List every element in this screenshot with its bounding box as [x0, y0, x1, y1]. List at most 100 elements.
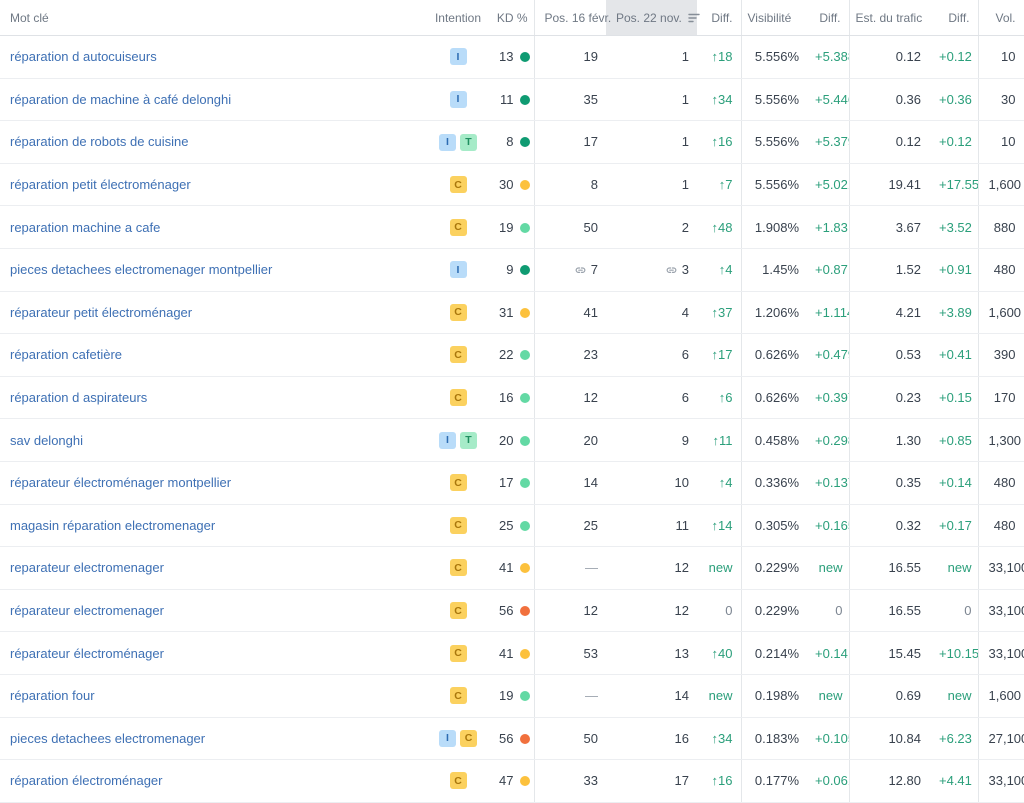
kd-cell: 56 — [486, 717, 534, 760]
col-header-pos-new[interactable]: Pos. 22 nov. — [606, 0, 697, 36]
pos-new-cell: 6 — [606, 334, 697, 377]
traffic-value: 10.84 — [888, 731, 921, 746]
traffic-diff-cell: +0.36 — [929, 78, 978, 121]
kd-difficulty-dot — [520, 393, 530, 403]
kd-difficulty-dot — [520, 350, 530, 360]
visibility-cell: 5.556% — [741, 121, 805, 164]
volume-value: 33,100 — [989, 560, 1024, 575]
pos-diff-cell: new — [697, 547, 741, 590]
table-row: réparateur électroménagerC415313↑400.214… — [0, 632, 1024, 675]
col-header-traffic-diff[interactable]: Diff. — [929, 0, 978, 36]
col-header-pos-diff[interactable]: Diff. — [697, 0, 741, 36]
keyword-link[interactable]: réparation d aspirateurs — [10, 390, 147, 405]
keyword-link[interactable]: réparateur petit électroménager — [10, 305, 192, 320]
traffic-value: 1.30 — [896, 433, 921, 448]
keyword-link[interactable]: réparation électroménager — [10, 773, 162, 788]
visibility-diff-cell: +5.388 — [805, 36, 849, 79]
intent-badge-i: I — [439, 432, 456, 449]
keyword-link[interactable]: sav delonghi — [10, 433, 83, 448]
col-header-visibility-diff[interactable]: Diff. — [805, 0, 849, 36]
volume-value: 480 — [994, 475, 1016, 490]
serp-link-icon[interactable] — [574, 264, 587, 276]
pos-diff-cell: ↑16 — [697, 121, 741, 164]
col-header-visibility[interactable]: Visibilité — [741, 0, 805, 36]
pos-diff-value: ↑14 — [712, 518, 733, 533]
table-row: réparation de robots de cuisineIT8171↑16… — [0, 121, 1024, 164]
pos-new-cell: 1 — [606, 78, 697, 121]
table-row: réparation électroménagerC473317↑160.177… — [0, 760, 1024, 803]
traffic-value: 15.45 — [888, 646, 921, 661]
keyword-link[interactable]: pieces detachees electromenager montpell… — [10, 262, 272, 277]
pos-new-cell: 13 — [606, 632, 697, 675]
traffic-diff-cell: new — [929, 674, 978, 717]
kd-value: 56 — [499, 603, 513, 618]
traffic-cell: 1.30 — [849, 419, 929, 462]
keyword-link[interactable]: réparateur electromenager — [10, 603, 164, 618]
traffic-value: 0.35 — [896, 475, 921, 490]
traffic-diff-cell: +6.23 — [929, 717, 978, 760]
col-header-pos-old[interactable]: Pos. 16 févr. — [534, 0, 606, 36]
intent-cell: C — [430, 589, 486, 632]
kd-value: 20 — [499, 433, 513, 448]
keyword-link[interactable]: réparation cafetière — [10, 347, 122, 362]
pos-diff-cell: new — [697, 674, 741, 717]
pos-old-cell: 8 — [534, 163, 606, 206]
keyword-cell: réparation four — [0, 674, 430, 717]
traffic-value: 0.53 — [896, 347, 921, 362]
pos-new-cell-value: 12 — [675, 603, 689, 618]
keyword-link[interactable]: réparateur électroménager — [10, 646, 164, 661]
traffic-diff-cell: +3.52 — [929, 206, 978, 249]
keyword-link[interactable]: reparation machine a cafe — [10, 220, 160, 235]
volume-value: 33,100 — [989, 773, 1024, 788]
keyword-link[interactable]: réparation d autocuiseurs — [10, 49, 157, 64]
keyword-link[interactable]: pieces detachees electromenager — [10, 731, 205, 746]
col-header-traffic[interactable]: Est. du trafic — [849, 0, 929, 36]
table-body: réparation d autocuiseursI13191↑185.556%… — [0, 36, 1024, 803]
kd-value: 13 — [499, 49, 513, 64]
visibility-diff-value: +0.87 — [815, 262, 848, 277]
visibility-diff-cell: +1.83 — [805, 206, 849, 249]
traffic-value: 4.21 — [896, 305, 921, 320]
sort-descending-icon[interactable] — [688, 12, 700, 24]
keyword-link[interactable]: magasin réparation electromenager — [10, 518, 215, 533]
volume-value: 1,600 — [989, 688, 1022, 703]
col-header-keyword[interactable]: Mot clé — [0, 0, 430, 36]
intent-badge-c: C — [450, 176, 467, 193]
pos-old-cell: — — [534, 674, 606, 717]
col-header-intention[interactable]: Intention — [430, 0, 486, 36]
pos-new-cell-value: 1 — [682, 49, 689, 64]
intent-badge-i: I — [450, 48, 467, 65]
pos-old-cell-value: 33 — [584, 773, 598, 788]
volume-cell: 33,100 — [978, 632, 1024, 675]
col-header-kd[interactable]: KD % — [486, 0, 534, 36]
volume-value: 30 — [1001, 92, 1015, 107]
keyword-link[interactable]: reparateur electromenager — [10, 560, 164, 575]
visibility-cell: 0.336% — [741, 461, 805, 504]
pos-old-cell-value: 20 — [584, 433, 598, 448]
pos-old-cell-value: — — [585, 688, 598, 703]
visibility-diff-value: +0.397 — [815, 390, 849, 405]
keyword-link[interactable]: réparation four — [10, 688, 95, 703]
keyword-link[interactable]: réparation de robots de cuisine — [10, 134, 189, 149]
keyword-link[interactable]: réparation petit électroménager — [10, 177, 191, 192]
serp-link-icon[interactable] — [665, 264, 678, 276]
visibility-value: 1.45% — [762, 262, 799, 277]
kd-difficulty-dot — [520, 436, 530, 446]
visibility-diff-value: +1.83 — [815, 220, 848, 235]
pos-old-cell-value: 12 — [584, 390, 598, 405]
keyword-link[interactable]: réparateur électroménager montpellier — [10, 475, 231, 490]
kd-cell: 8 — [486, 121, 534, 164]
traffic-cell: 16.55 — [849, 589, 929, 632]
visibility-cell: 0.229% — [741, 589, 805, 632]
pos-old-cell: 12 — [534, 376, 606, 419]
intent-cell: C — [430, 461, 486, 504]
table-row: reparateur electromenagerC41—12new0.229%… — [0, 547, 1024, 590]
pos-old-cell: 33 — [534, 760, 606, 803]
table-header-row: Mot clé Intention KD % Pos. 16 févr. Pos… — [0, 0, 1024, 36]
pos-old-cell: 7 — [534, 248, 606, 291]
visibility-diff-value: +0.14 — [815, 646, 848, 661]
visibility-value: 5.556% — [755, 49, 799, 64]
col-header-volume[interactable]: Vol. — [978, 0, 1024, 36]
pos-old-cell: — — [534, 547, 606, 590]
keyword-link[interactable]: réparation de machine à café delonghi — [10, 92, 231, 107]
